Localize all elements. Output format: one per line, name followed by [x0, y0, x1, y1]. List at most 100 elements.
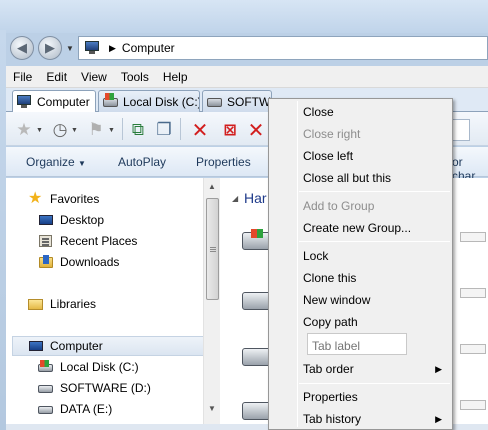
scroll-up-icon[interactable]: ▲ [208, 182, 216, 191]
computer-icon [85, 41, 101, 55]
nav-label: SOFTWARE (D:) [60, 381, 151, 395]
back-arrow-icon: ◀ [17, 40, 27, 55]
nav-label: Libraries [50, 297, 97, 311]
menu-new-window[interactable]: New window [303, 293, 370, 307]
nav-label: Favorites [50, 192, 100, 206]
tab-label: Local Disk (C:) [123, 94, 200, 109]
address-bar[interactable]: ▶ Computer [78, 36, 488, 60]
drive-icon [38, 380, 54, 396]
computer-icon [17, 95, 33, 109]
menu-tab-history[interactable]: Tab history [303, 412, 361, 426]
back-button[interactable]: ◀ [10, 36, 34, 60]
organize-button[interactable]: Organize ▼ [26, 155, 86, 169]
collapse-arrow-icon[interactable]: ◢ [232, 194, 238, 203]
tab-local-disk[interactable]: Local Disk (C:) [98, 90, 200, 112]
menu-bar: File Edit View Tools Help [6, 66, 488, 88]
close-all-icon[interactable]: ✕ [246, 120, 266, 142]
favorite-star-icon[interactable]: ★ [14, 120, 34, 140]
history-dropdown[interactable]: ▼ [71, 127, 78, 134]
scroll-down-icon[interactable]: ▼ [208, 404, 216, 413]
menu-close-all-but-this[interactable]: Close all but this [303, 171, 391, 185]
tab-software[interactable]: SOFTWA [202, 90, 272, 112]
autoplay-button[interactable]: AutoPlay [118, 155, 166, 169]
group-header[interactable]: Har [244, 190, 267, 206]
menu-lock[interactable]: Lock [303, 249, 328, 263]
menu-add-to-group: Add to Group [303, 199, 375, 213]
close-others-icon[interactable]: ⊠ [220, 120, 240, 140]
tab-label: SOFTWA [227, 94, 271, 109]
forward-arrow-icon: ▶ [45, 40, 55, 55]
menu-close-left[interactable]: Close left [303, 149, 353, 163]
nav-label: Computer [50, 339, 103, 353]
menu-create-new-group[interactable]: Create new Group... [303, 221, 411, 235]
drive-usage-bar [460, 400, 486, 410]
submenu-arrow-icon: ▶ [435, 364, 442, 374]
drive-usage-bar [460, 344, 486, 354]
nav-label: Desktop [60, 213, 105, 227]
toolbar-separator [180, 118, 181, 140]
drive-usage-bar [460, 232, 486, 242]
properties-button[interactable]: Properties [196, 155, 251, 169]
menu-edit[interactable]: Edit [39, 70, 74, 84]
nav-libraries[interactable]: Libraries [28, 294, 96, 314]
menu-tools[interactable]: Tools [114, 70, 156, 84]
nav-downloads[interactable]: Downloads [38, 252, 119, 272]
menu-close[interactable]: Close [303, 105, 334, 119]
menu-gutter [297, 101, 298, 427]
nav-desktop[interactable]: Desktop [38, 210, 104, 230]
windows-drive-icon [103, 92, 119, 109]
menu-clone-this[interactable]: Clone this [303, 271, 356, 285]
nav-favorites[interactable]: ★ Favorites [28, 189, 99, 209]
flag-icon[interactable]: ⚑ [86, 120, 106, 140]
breadcrumb-computer[interactable]: Computer [122, 41, 175, 55]
drive-icon [38, 401, 54, 417]
tab-computer[interactable]: Computer [12, 90, 96, 113]
computer-icon [28, 338, 44, 354]
tab-label: Computer [37, 95, 90, 109]
flag-dropdown[interactable]: ▼ [108, 127, 115, 134]
scrollbar-thumb[interactable] [206, 198, 219, 300]
chevron-down-icon: ▼ [78, 159, 86, 168]
desktop-icon [38, 212, 54, 228]
nav-label: Downloads [60, 255, 120, 269]
organize-label: Organize [26, 155, 75, 169]
menu-separator [299, 191, 450, 192]
favorites-dropdown[interactable]: ▼ [36, 127, 43, 134]
breadcrumb-arrow-icon[interactable]: ▶ [109, 43, 116, 54]
star-icon: ★ [28, 190, 43, 207]
menu-copy-path[interactable]: Copy path [303, 315, 358, 329]
toolbar-search-input[interactable] [452, 119, 470, 141]
menu-tab-order[interactable]: Tab order [303, 362, 354, 376]
menu-view[interactable]: View [74, 70, 114, 84]
tab-context-menu: Close Close right Close left Close all b… [268, 98, 453, 430]
menu-file[interactable]: File [6, 70, 39, 84]
tab-label-input[interactable] [307, 333, 407, 355]
nav-computer[interactable]: Computer [12, 336, 208, 356]
menu-separator [299, 383, 450, 384]
menu-separator [299, 241, 450, 242]
new-tab-icon[interactable]: ⧉ [128, 120, 148, 140]
clock-icon[interactable]: ◷ [50, 120, 70, 140]
nav-label: DATA (E:) [60, 402, 113, 416]
navigation-pane: ★ Favorites Desktop Recent Places Downlo… [6, 178, 222, 430]
clone-window-icon[interactable]: ❐ [154, 120, 174, 140]
menu-properties[interactable]: Properties [303, 390, 358, 404]
nav-data[interactable]: DATA (E:) [38, 399, 112, 419]
nav-local-disk[interactable]: Local Disk (C:) [38, 357, 139, 377]
forward-button[interactable]: ▶ [38, 36, 62, 60]
nav-recent-places[interactable]: Recent Places [38, 231, 137, 251]
windows-drive-icon [38, 359, 54, 375]
recent-pages-dropdown[interactable]: ▼ [66, 44, 74, 53]
title-area [0, 0, 488, 33]
menu-help[interactable]: Help [156, 70, 195, 84]
menu-close-right: Close right [303, 127, 361, 141]
drive-usage-bar [460, 288, 486, 298]
nav-label: Recent Places [60, 234, 138, 248]
nav-software[interactable]: SOFTWARE (D:) [38, 378, 151, 398]
close-tab-icon[interactable]: ✕ [190, 120, 210, 142]
nav-label: Local Disk (C:) [60, 360, 139, 374]
downloads-folder-icon [38, 254, 54, 270]
nav-pane-scrollbar[interactable]: ▲ ▼ [203, 178, 220, 430]
submenu-arrow-icon: ▶ [435, 414, 442, 424]
drive-icon [207, 95, 223, 109]
